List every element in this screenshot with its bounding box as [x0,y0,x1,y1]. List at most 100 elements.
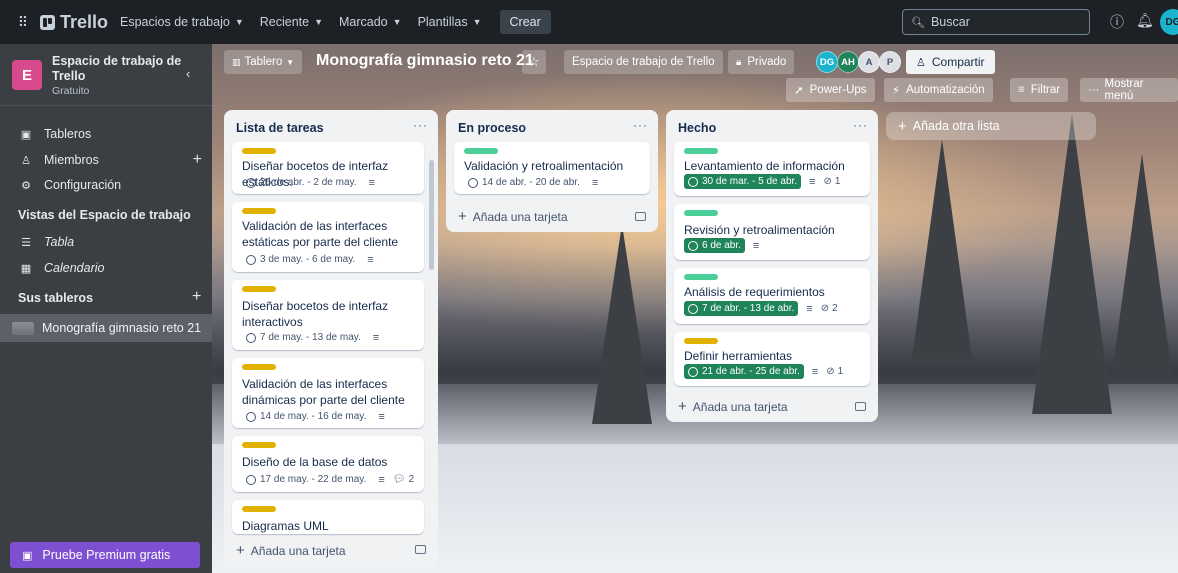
member-avatar[interactable]: AH [837,51,859,73]
description-icon: ≡ [378,473,385,486]
card-label[interactable] [242,286,276,292]
card[interactable]: Diagramas UML [232,500,424,534]
description-icon: ≡ [809,175,816,188]
sidebar-board-item[interactable]: Monografía gimnasio reto 21 [0,314,212,342]
list-actions-icon[interactable]: ··· [633,118,648,132]
member-avatar[interactable]: DG [816,51,838,73]
member-avatar[interactable]: A [858,51,880,73]
power-ups-button[interactable]: ➚ Power-Ups [786,78,875,102]
card[interactable]: Validación de las interfaces estáticas p… [232,202,424,272]
app-switcher-icon[interactable]: ⠿ [12,11,34,33]
menu-templates[interactable]: Plantillas ▼ [418,15,482,29]
card-label[interactable] [242,506,276,512]
card-label[interactable] [684,338,718,344]
sidebar-item-table[interactable]: ☰ Tabla [0,230,212,254]
due-date-badge[interactable]: 14 de abr. - 20 de abr. [464,175,584,190]
card-badges: 30 de mar. - 5 de abr. ≡ ⊘ 1 [684,174,840,189]
sidebar-item-calendar[interactable]: ▦ Calendario [0,256,212,280]
card[interactable]: Revisión y retroalimentación 6 de abr. ≡ [674,204,870,260]
workspace-avatar[interactable]: E [12,60,42,90]
create-button[interactable]: Crear [499,10,551,34]
card-label[interactable] [684,210,718,216]
menu-workspaces[interactable]: Espacios de trabajo ▼ [120,15,244,29]
member-avatar[interactable]: P [879,51,901,73]
card-label[interactable] [242,442,276,448]
due-date-badge[interactable]: 7 de may. - 13 de may. [242,330,365,345]
list-actions-icon[interactable]: ··· [853,118,868,132]
create-from-template-icon[interactable] [415,545,426,554]
card[interactable]: Definir herramientas 21 de abr. - 25 de … [674,332,870,386]
due-date-badge-complete[interactable]: 21 de abr. - 25 de abr. [684,364,804,379]
due-date-badge[interactable]: 26 de abr. - 2 de may. [242,175,361,190]
notifications-bell-icon[interactable]: 🔔︎ [1136,12,1154,29]
sidebar-item-members[interactable]: ♙ Miembros + [0,148,212,172]
list-title[interactable]: En proceso [458,121,526,135]
card[interactable]: Diseñar bocetos de interfaz interactivos… [232,280,424,350]
trello-logo[interactable]: Trello [40,12,108,33]
sidebar-item-boards[interactable]: ▣ Tableros [0,122,212,146]
share-label: Compartir [931,55,985,69]
card-label[interactable] [464,148,498,154]
clock-icon [246,332,256,343]
filter-button[interactable]: ≡ Filtrar [1010,78,1069,102]
list-todo: Lista de tareas ··· Diseñar bocetos de i… [224,110,438,566]
list-title[interactable]: Lista de tareas [236,121,324,135]
star-board-icon[interactable]: ☆ [522,50,546,74]
add-member-icon[interactable]: + [193,151,202,169]
add-board-icon[interactable]: + [192,288,201,306]
card-label[interactable] [242,364,276,370]
user-avatar[interactable]: DG [1160,9,1178,35]
workspace-name[interactable]: Espacio de trabajo de Trello [52,54,182,84]
description-icon: ≡ [752,239,760,252]
board-view-switcher[interactable]: ▥ Tablero ▼ [224,50,303,74]
list-title[interactable]: Hecho [678,121,716,135]
search-placeholder: Buscar [930,15,970,29]
collapse-sidebar-icon[interactable]: ‹ [186,66,190,81]
menu-recent[interactable]: Reciente ▼ [260,15,323,29]
try-premium-button[interactable]: ▣ Pruebe Premium gratis [10,542,200,568]
card-badges: 7 de may. - 13 de may. ≡ [242,330,379,345]
board-title[interactable]: Monografía gimnasio reto 21 [316,52,534,70]
card[interactable]: Diseñar bocetos de interfaz estáticos. 2… [232,142,424,194]
card-label[interactable] [684,148,718,154]
add-card-button[interactable]: + Añada una tarjeta [458,208,568,225]
info-icon[interactable]: ⓘ [1110,12,1124,32]
show-menu-button[interactable]: ··· Mostrar menú [1080,78,1178,102]
due-date-badge-complete[interactable]: 30 de mar. - 5 de abr. [684,174,802,189]
create-from-template-icon[interactable] [635,212,646,221]
workspace-visibility-button[interactable]: Espacio de trabajo de Trello [564,50,723,74]
due-date-badge[interactable]: 3 de may. - 6 de may. [242,252,359,267]
card-badges: 7 de abr. - 13 de abr. ≡ ⊘ 2 [684,301,838,316]
add-card-button[interactable]: + Añada una tarjeta [236,542,346,559]
search-input[interactable]: 🔍︎ Buscar [902,9,1090,35]
card[interactable]: Validación de las interfaces dinámicas p… [232,358,424,428]
due-date-badge-complete[interactable]: 6 de abr. [684,238,745,253]
due-date-badge[interactable]: 14 de may. - 16 de may. [242,409,370,424]
add-card-button[interactable]: + Añada una tarjeta [678,398,788,415]
add-another-list-button[interactable]: + Añada otra lista [886,112,1096,140]
card[interactable]: Análisis de requerimientos 7 de abr. - 1… [674,268,870,324]
create-from-template-icon[interactable] [855,402,866,411]
card[interactable]: Validación y retroalimentación 14 de abr… [454,142,650,194]
add-card-label: Añada una tarjeta [692,399,788,414]
card-label[interactable] [684,274,718,280]
menu-starred[interactable]: Marcado ▼ [339,15,402,29]
chevron-down-icon: ▼ [392,17,402,27]
due-date-text: 21 de abr. - 25 de abr. [702,366,800,377]
due-date-badge-complete[interactable]: 7 de abr. - 13 de abr. [684,301,799,316]
automation-button[interactable]: ⚡ Automatización [884,78,993,102]
card-badges: 17 de may. - 22 de may. ≡ 💬︎ 2 [242,472,414,487]
card-label[interactable] [242,148,276,154]
card-title: Validación de las interfaces estáticas p… [242,219,399,249]
card[interactable]: Diseño de la base de datos 17 de may. - … [232,436,424,492]
due-date-badge[interactable]: 17 de may. - 22 de may. [242,472,370,487]
card-label[interactable] [242,208,276,214]
background-tree [912,139,972,359]
menu-starred-label: Marcado [339,15,388,29]
clock-icon [688,366,698,377]
sidebar-item-settings[interactable]: ⚙ Configuración [0,173,212,197]
card[interactable]: Levantamiento de información 30 de mar. … [674,142,870,196]
list-actions-icon[interactable]: ··· [413,118,428,132]
privacy-button[interactable]: 🔒︎ Privado [728,50,795,74]
share-button[interactable]: ♙ Compartir [906,50,995,74]
